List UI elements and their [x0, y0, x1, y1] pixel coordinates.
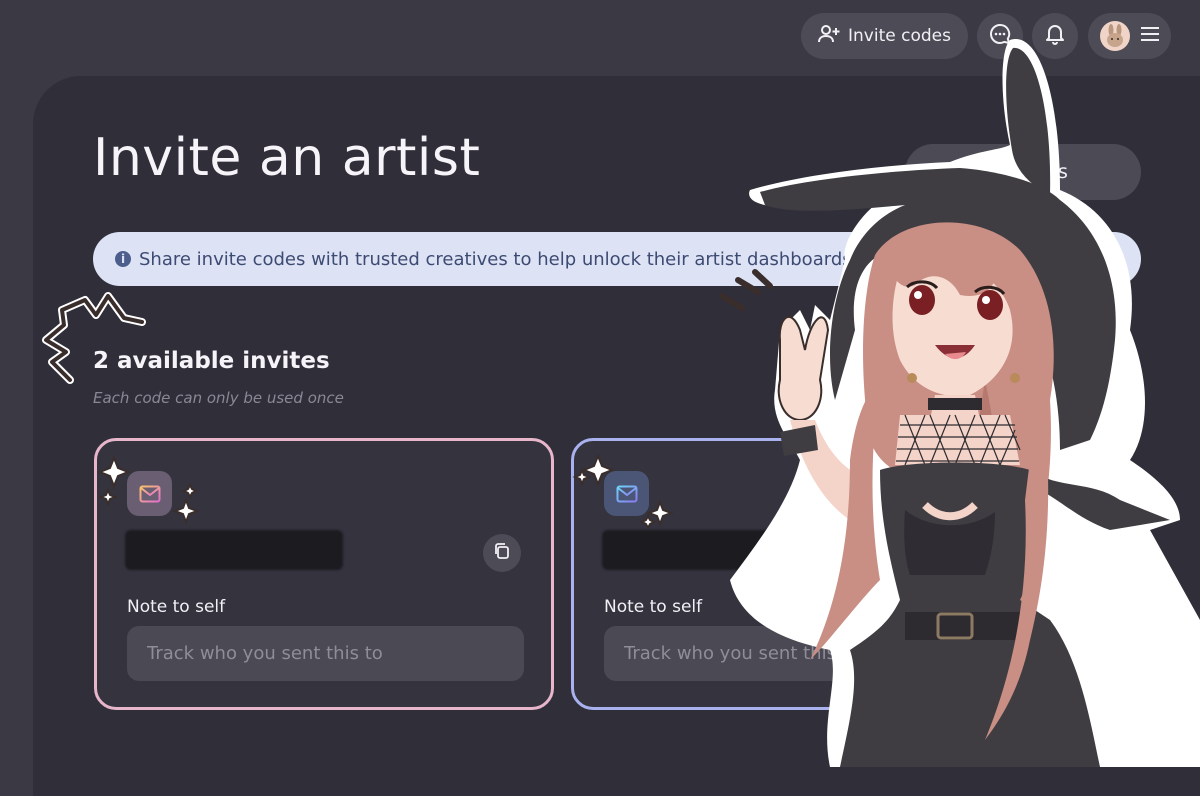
top-bar: Invite codes [0, 0, 1200, 76]
banner-text: Share invite codes with trusted creative… [139, 248, 859, 270]
note-to-self-label: Note to self [127, 597, 226, 617]
bell-icon [1045, 23, 1065, 49]
available-invites-title: 2 available invites [93, 348, 330, 374]
invite-codes-label: Invite codes [848, 26, 951, 46]
note-to-self-input[interactable] [127, 626, 524, 681]
chat-bubble-icon [989, 23, 1011, 49]
calendar-plus-icon [978, 159, 1002, 186]
invite-card: Note to self [94, 438, 554, 710]
bunny-avatar [1099, 21, 1130, 51]
create-codes-button[interactable]: codes [905, 144, 1141, 200]
hamburger-menu-icon [1140, 26, 1160, 46]
chevron-right-icon: › [1115, 248, 1123, 270]
note-to-self-input[interactable] [604, 626, 1001, 681]
envelope-icon [604, 471, 649, 516]
copy-code-button[interactable] [483, 534, 521, 572]
available-invites-subtitle: Each code can only be used once [93, 389, 344, 407]
copy-icon [493, 542, 511, 564]
invite-codes-button[interactable]: Invite codes [801, 13, 968, 59]
create-codes-label: codes [1012, 161, 1068, 183]
messages-button[interactable] [977, 13, 1023, 59]
invite-code-redacted [125, 530, 343, 570]
person-plus-icon [818, 24, 840, 49]
page-title: Invite an artist [93, 128, 481, 188]
invite-code-redacted [602, 530, 820, 570]
info-banner[interactable]: i Share invite codes with trusted creati… [93, 232, 1141, 286]
envelope-icon [127, 471, 172, 516]
invite-card: Note to self [571, 438, 1031, 710]
notifications-button[interactable] [1032, 13, 1078, 59]
profile-menu-button[interactable] [1088, 13, 1171, 59]
note-to-self-label: Note to self [604, 597, 703, 617]
info-icon: i [115, 251, 131, 267]
